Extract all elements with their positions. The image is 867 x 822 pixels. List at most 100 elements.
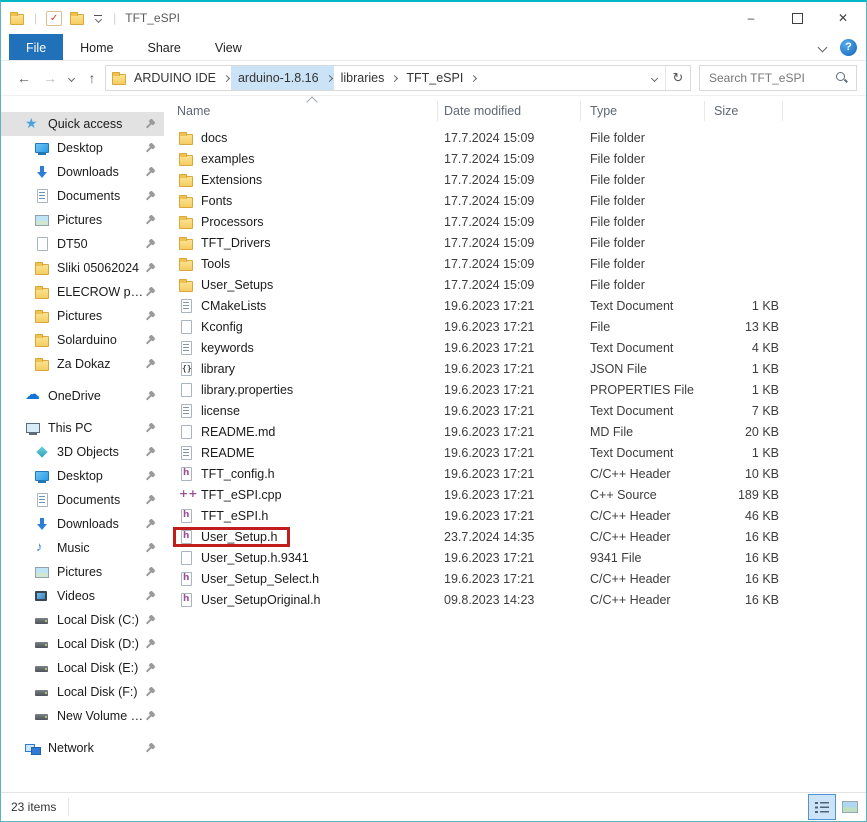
desktop-icon bbox=[34, 140, 50, 156]
refresh-icon[interactable]: ↻ bbox=[665, 66, 690, 90]
file-row-user-setup-select-h[interactable]: User_Setup_Select.h 19.6.2023 17:21 C/C+… bbox=[164, 568, 866, 589]
file-row-user-setups[interactable]: User_Setups 17.7.2024 15:09 File folder bbox=[164, 274, 866, 295]
sidebar-item-solarduino[interactable]: Solarduino bbox=[1, 328, 164, 352]
qat-customize-dropdown-icon[interactable] bbox=[92, 15, 104, 22]
help-button[interactable]: ? bbox=[840, 39, 857, 56]
file-row-extensions[interactable]: Extensions 17.7.2024 15:09 File folder bbox=[164, 169, 866, 190]
breadcrumb-chevron-icon[interactable] bbox=[391, 74, 398, 81]
file-name: library bbox=[201, 362, 235, 376]
column-header-type[interactable]: Type bbox=[581, 101, 705, 121]
file-row-examples[interactable]: examples 17.7.2024 15:09 File folder bbox=[164, 148, 866, 169]
sidebar-item-music[interactable]: Music bbox=[1, 536, 164, 560]
sidebar-item-local-disk-e[interactable]: Local Disk (E:) bbox=[1, 656, 164, 680]
sidebar-item-dt50[interactable]: DT50 bbox=[1, 232, 164, 256]
up-button[interactable]: ↑ bbox=[79, 70, 105, 86]
column-header-date-modified[interactable]: Date modified bbox=[438, 101, 581, 121]
file-row-tft-config-h[interactable]: TFT_config.h 19.6.2023 17:21 C/C++ Heade… bbox=[164, 463, 866, 484]
file-row-docs[interactable]: docs 17.7.2024 15:09 File folder bbox=[164, 127, 866, 148]
file-row-fonts[interactable]: Fonts 17.7.2024 15:09 File folder bbox=[164, 190, 866, 211]
tab-file[interactable]: File bbox=[9, 34, 63, 60]
file-row-library-properties[interactable]: library.properties 19.6.2023 17:21 PROPE… bbox=[164, 379, 866, 400]
breadcrumb-chevron-icon[interactable] bbox=[470, 74, 477, 81]
breadcrumb-segment-1[interactable]: arduino-1.8.16 bbox=[231, 66, 334, 90]
page-icon bbox=[178, 424, 194, 440]
qat-separator: | bbox=[34, 11, 37, 25]
thumbnails-view-button[interactable] bbox=[836, 794, 864, 820]
pin-icon bbox=[145, 166, 157, 178]
sidebar-item-label: Sliki 05062024 bbox=[57, 261, 139, 275]
file-row-kconfig[interactable]: Kconfig 19.6.2023 17:21 File 13 KB bbox=[164, 316, 866, 337]
file-type: PROPERTIES File bbox=[581, 383, 705, 397]
file-row-tft-espi-cpp[interactable]: TFT_eSPI.cpp 19.6.2023 17:21 C++ Source … bbox=[164, 484, 866, 505]
breadcrumb-segment-3[interactable]: TFT_eSPI bbox=[399, 66, 478, 90]
sidebar-item-local-disk-c[interactable]: Local Disk (C:) bbox=[1, 608, 164, 632]
sidebar-item-new-volume-g[interactable]: New Volume (G:) bbox=[1, 704, 164, 728]
cube-icon bbox=[34, 444, 50, 460]
sidebar-item-pictures[interactable]: Pictures bbox=[1, 208, 164, 232]
file-type: C/C++ Header bbox=[581, 593, 705, 607]
qat-checkmark-icon[interactable]: ✓ bbox=[46, 11, 62, 26]
sidebar-item-elecrow-project[interactable]: ELECROW project bbox=[1, 280, 164, 304]
search-input[interactable] bbox=[707, 70, 835, 86]
breadcrumb-chevron-icon[interactable] bbox=[326, 74, 333, 81]
sidebar-item-local-disk-f[interactable]: Local Disk (F:) bbox=[1, 680, 164, 704]
qat-folder-icon[interactable] bbox=[69, 10, 85, 26]
forward-button[interactable]: → bbox=[37, 70, 63, 86]
file-name: Kconfig bbox=[201, 320, 243, 334]
sidebar-item-onedrive[interactable]: OneDrive bbox=[1, 384, 164, 408]
file-size: 189 KB bbox=[705, 488, 783, 502]
file-row-keywords[interactable]: keywords 19.6.2023 17:21 Text Document 4… bbox=[164, 337, 866, 358]
breadcrumb-segment-2[interactable]: libraries bbox=[334, 66, 400, 90]
sidebar-item-documents[interactable]: Documents bbox=[1, 184, 164, 208]
tab-home[interactable]: Home bbox=[63, 34, 130, 60]
address-dropdown-icon[interactable] bbox=[643, 66, 665, 90]
search-icon[interactable] bbox=[835, 71, 849, 85]
sidebar-item-desktop[interactable]: Desktop bbox=[1, 464, 164, 488]
address-bar[interactable]: ARDUINO IDE arduino-1.8.16 libraries TFT… bbox=[105, 65, 691, 91]
sidebar-item-network[interactable]: Network bbox=[1, 736, 164, 760]
file-row-tft-drivers[interactable]: TFT_Drivers 17.7.2024 15:09 File folder bbox=[164, 232, 866, 253]
file-row-readme-md[interactable]: README.md 19.6.2023 17:21 MD File 20 KB bbox=[164, 421, 866, 442]
file-row-readme[interactable]: README 19.6.2023 17:21 Text Document 1 K… bbox=[164, 442, 866, 463]
tab-share[interactable]: Share bbox=[131, 34, 198, 60]
file-name-wrap: README bbox=[173, 443, 267, 463]
sidebar-item-downloads[interactable]: Downloads bbox=[1, 160, 164, 184]
tab-view[interactable]: View bbox=[198, 34, 259, 60]
column-header-name[interactable]: Name bbox=[164, 101, 438, 121]
sidebar-item-sliki-05062024[interactable]: Sliki 05062024 bbox=[1, 256, 164, 280]
sidebar-item-desktop[interactable]: Desktop bbox=[1, 136, 164, 160]
sidebar-item-quick-access[interactable]: Quick access bbox=[1, 112, 164, 136]
sidebar-item-label: Local Disk (E:) bbox=[57, 661, 138, 675]
column-header-size[interactable]: Size bbox=[705, 101, 783, 121]
file-row-processors[interactable]: Processors 17.7.2024 15:09 File folder bbox=[164, 211, 866, 232]
file-row-tft-espi-h[interactable]: TFT_eSPI.h 19.6.2023 17:21 C/C++ Header … bbox=[164, 505, 866, 526]
sidebar-item-downloads[interactable]: Downloads bbox=[1, 512, 164, 536]
file-row-library[interactable]: library 19.6.2023 17:21 JSON File 1 KB bbox=[164, 358, 866, 379]
file-row-tools[interactable]: Tools 17.7.2024 15:09 File folder bbox=[164, 253, 866, 274]
sidebar-item-this-pc[interactable]: This PC bbox=[1, 416, 164, 440]
search-box[interactable] bbox=[699, 65, 857, 91]
breadcrumb-chevron-icon[interactable] bbox=[223, 74, 230, 81]
maximize-button[interactable] bbox=[774, 2, 820, 34]
sidebar-item-videos[interactable]: Videos bbox=[1, 584, 164, 608]
file-row-user-setup-h[interactable]: User_Setup.h 23.7.2024 14:35 C/C++ Heade… bbox=[164, 526, 866, 547]
file-row-cmakelists[interactable]: CMakeLists 19.6.2023 17:21 Text Document… bbox=[164, 295, 866, 316]
breadcrumb-segment-0[interactable]: ARDUINO IDE bbox=[127, 66, 231, 90]
sidebar-item-za-dokaz[interactable]: Za Dokaz bbox=[1, 352, 164, 376]
recent-locations-icon[interactable] bbox=[63, 76, 79, 81]
minimize-button[interactable]: – bbox=[728, 2, 774, 34]
file-row-user-setuporiginal-h[interactable]: User_SetupOriginal.h 09.8.2023 14:23 C/C… bbox=[164, 589, 866, 610]
file-row-license[interactable]: license 19.6.2023 17:21 Text Document 7 … bbox=[164, 400, 866, 421]
red-highlight-box: User_Setup.h bbox=[173, 527, 290, 547]
back-button[interactable]: ← bbox=[11, 70, 37, 86]
sidebar-item-documents[interactable]: Documents bbox=[1, 488, 164, 512]
expand-ribbon-icon[interactable] bbox=[818, 42, 828, 52]
sidebar-item-3d-objects[interactable]: 3D Objects bbox=[1, 440, 164, 464]
sidebar-item-local-disk-d[interactable]: Local Disk (D:) bbox=[1, 632, 164, 656]
folder-icon bbox=[178, 235, 194, 251]
sidebar-item-pictures[interactable]: Pictures bbox=[1, 560, 164, 584]
file-row-user-setup-h-9341[interactable]: User_Setup.h.9341 19.6.2023 17:21 9341 F… bbox=[164, 547, 866, 568]
sidebar-item-pictures[interactable]: Pictures bbox=[1, 304, 164, 328]
close-button[interactable]: ✕ bbox=[820, 2, 866, 34]
details-view-button[interactable] bbox=[808, 794, 836, 820]
